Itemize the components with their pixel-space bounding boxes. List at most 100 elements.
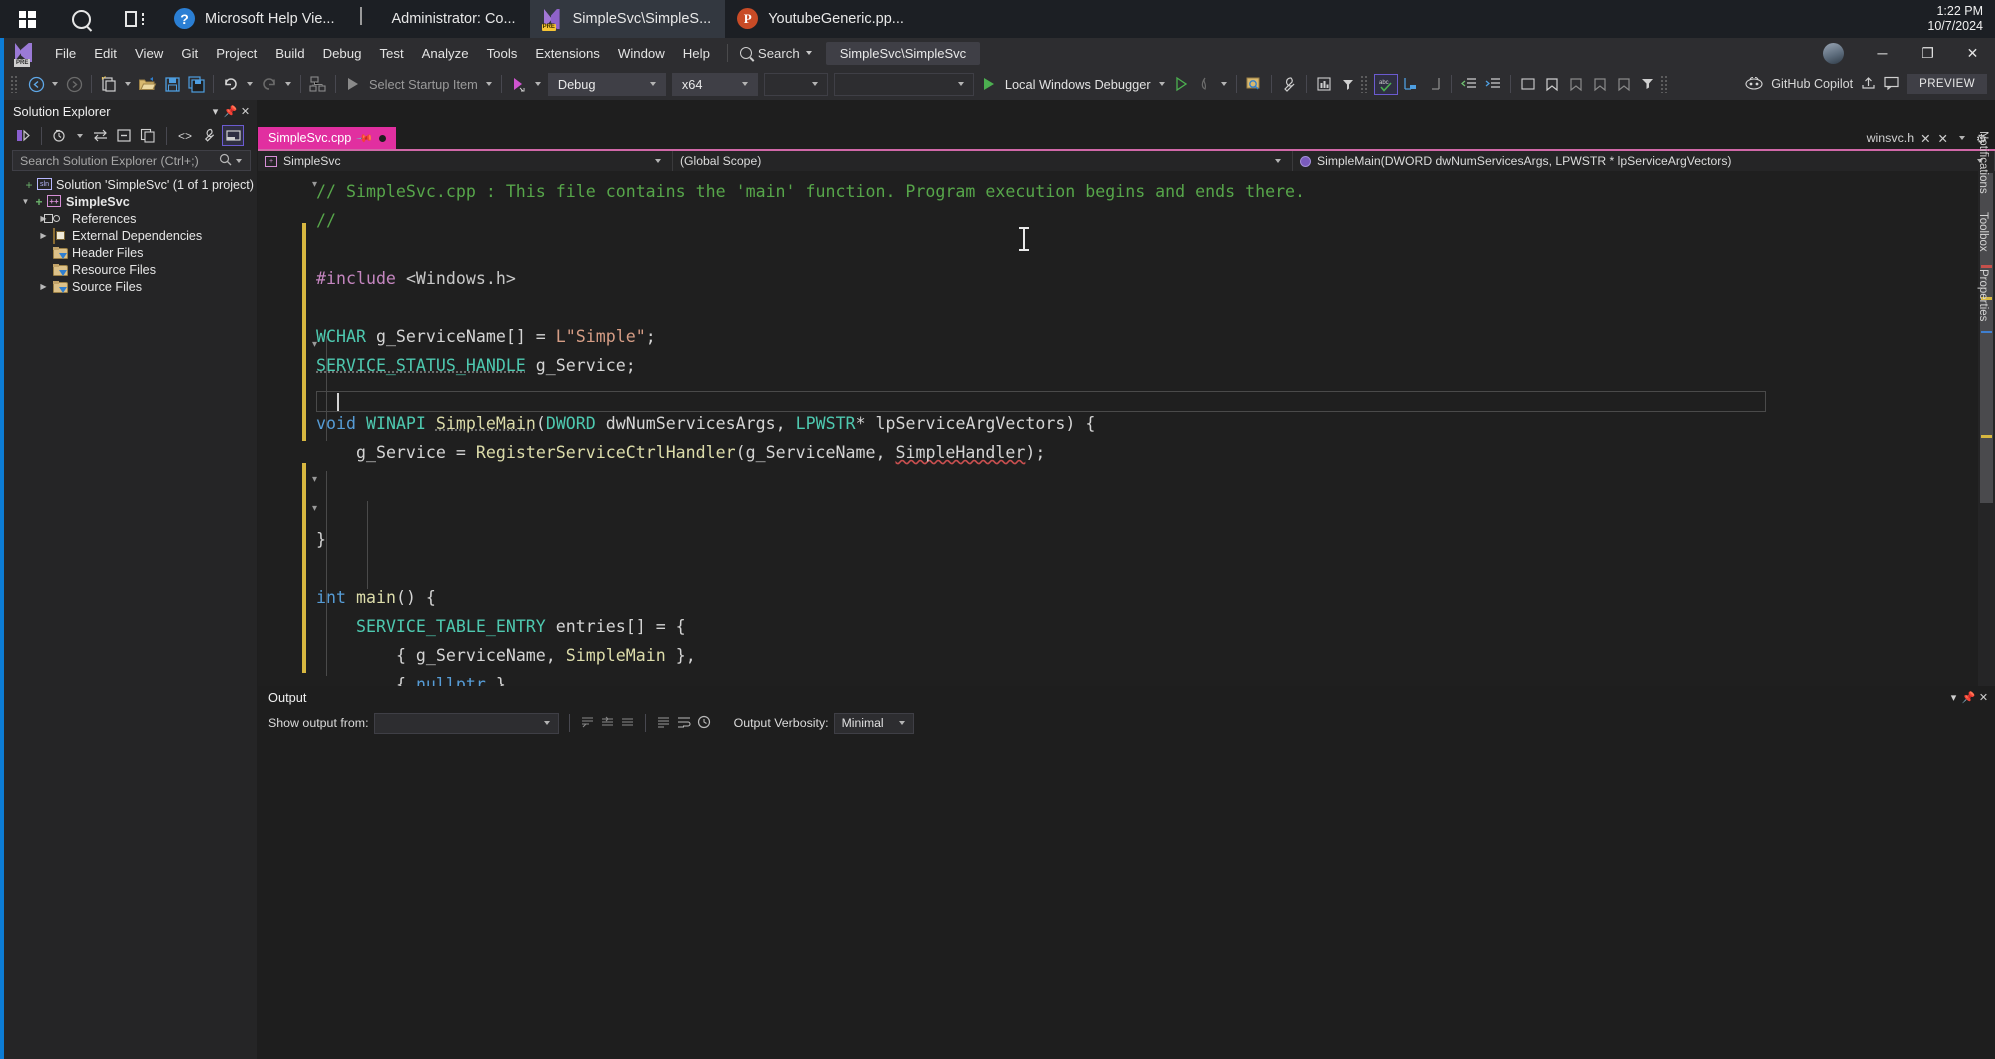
glyph-margin[interactable] [258,171,302,726]
tool-tab-properties[interactable]: Properties [1973,260,1993,330]
menu-item-file[interactable]: File [46,38,85,68]
tree-item-source-files[interactable]: ▶ Source Files [4,278,257,295]
menu-item-debug[interactable]: Debug [314,38,371,68]
startup-item-label[interactable]: Select Startup Item [365,77,482,92]
filter-icon[interactable] [1336,72,1360,96]
menu-item-view[interactable]: View [126,38,172,68]
next-bookmark-icon[interactable] [1588,72,1612,96]
uncomment-selection-icon[interactable] [1422,72,1446,96]
toolbar-grip[interactable] [1659,75,1669,93]
navbar-project-dropdown[interactable]: + SimpleSvc [258,151,673,171]
start-button[interactable] [0,0,54,38]
menu-item-window[interactable]: Window [609,38,674,68]
save-all-icon[interactable] [184,72,208,96]
select-element-icon[interactable] [1242,72,1266,96]
maximize-button[interactable]: ❐ [1905,38,1950,68]
pin-icon[interactable]: 📌 [223,105,238,118]
close-icon[interactable]: ✕ [1920,131,1930,146]
comment-block-icon[interactable] [1516,72,1540,96]
toggle-bookmark-icon[interactable] [1540,72,1564,96]
redo-icon[interactable] [257,72,281,96]
menu-item-build[interactable]: Build [266,38,313,68]
search-icon[interactable] [219,153,232,169]
navigate-back-icon[interactable] [24,72,48,96]
tree-item-external-dependencies[interactable]: ▶ External Dependencies [4,227,257,244]
chevron-down-icon[interactable] [534,82,541,86]
output-panel-content[interactable] [258,744,1995,1059]
toolbar-combo-4[interactable] [833,72,974,96]
home-icon[interactable] [12,125,34,146]
find-message-icon[interactable] [580,716,595,731]
navigate-forward-icon[interactable] [62,72,86,96]
share-icon[interactable] [1861,76,1876,92]
pin-icon[interactable]: 📌 [356,129,375,147]
panel-dropdown-icon[interactable]: ▾ [208,105,223,118]
expander-icon[interactable]: ▼ [20,197,31,206]
pending-changes-icon[interactable] [49,125,71,146]
split-view-icon[interactable]: ✕ [1938,131,1948,146]
taskbar-item-command-prompt[interactable]: Administrator: Co... [348,0,529,38]
properties-icon[interactable] [198,125,220,146]
start-without-debugging-icon[interactable] [1169,72,1193,96]
menu-item-edit[interactable]: Edit [85,38,126,68]
chevron-down-icon[interactable] [125,82,131,86]
taskbar-item-powerpoint[interactable]: P YoutubeGeneric.pp... [725,0,918,38]
show-timestamps-icon[interactable] [697,715,712,731]
go-to-next-message-icon[interactable] [620,716,635,731]
chevron-down-icon[interactable] [485,82,492,86]
debug-target-label[interactable]: Local Windows Debugger [1001,77,1155,92]
chevron-down-icon[interactable] [1958,136,1965,140]
minimize-button[interactable]: ─ [1860,38,1905,68]
tree-item-header-files[interactable]: Header Files [4,244,257,261]
go-to-previous-message-icon[interactable] [600,716,615,731]
run-debugger-icon[interactable] [977,72,1001,96]
undo-icon[interactable] [219,72,243,96]
clear-bookmarks-icon[interactable] [1612,72,1636,96]
toolbar-grip[interactable] [10,75,19,93]
pin-icon[interactable]: 📌 [1961,691,1976,704]
platform-combo[interactable]: x64 [671,72,758,96]
tool-tab-toolbox[interactable]: Toolbox [1973,203,1993,261]
close-icon[interactable]: ✕ [1976,691,1991,704]
bookmark-filter-icon[interactable] [1636,72,1660,96]
vs-search-box[interactable]: Search [736,46,812,61]
menu-item-tools[interactable]: Tools [478,38,527,68]
menu-item-extensions[interactable]: Extensions [526,38,609,68]
chevron-down-icon[interactable] [77,133,83,138]
taskbar-item-help-viewer[interactable]: ? Microsoft Help Vie... [162,0,348,38]
attach-to-process-icon[interactable] [507,72,531,96]
previous-bookmark-icon[interactable] [1564,72,1588,96]
configuration-combo[interactable]: Debug [547,72,666,96]
feedback-icon[interactable] [1884,76,1899,92]
sync-with-active-document-icon[interactable] [89,125,111,146]
new-project-icon[interactable] [97,72,121,96]
increase-indent-icon[interactable] [1481,72,1505,96]
expander-icon[interactable]: ▶ [38,282,49,291]
tree-item-references[interactable]: ▶ References [4,210,257,227]
avatar[interactable] [1823,42,1844,64]
wrench-icon[interactable] [1277,72,1301,96]
tab-simplesvc-cpp[interactable]: SimpleSvc.cpp 📌 [258,127,396,149]
hot-reload-icon[interactable] [1193,72,1217,96]
close-button[interactable]: ✕ [1950,38,1995,68]
chevron-down-icon[interactable] [1158,82,1165,86]
taskbar-clock[interactable]: 1:22 PM 10/7/2024 [1927,0,1983,38]
show-output-from-combo[interactable] [373,712,559,734]
menu-item-project[interactable]: Project [207,38,266,68]
collapse-all-icon[interactable] [113,125,135,146]
search-solution-explorer-input[interactable]: Search Solution Explorer (Ctrl+;) [12,150,251,171]
preview-selected-items-icon[interactable] [222,125,244,146]
panel-dropdown-icon[interactable]: ▾ [1946,691,1961,704]
menu-item-git[interactable]: Git [172,38,207,68]
expander-icon[interactable]: ▶ [38,231,49,240]
close-icon[interactable]: ✕ [238,105,253,118]
menu-item-test[interactable]: Test [370,38,412,68]
menu-item-help[interactable]: Help [674,38,719,68]
comment-selection-icon[interactable] [1398,72,1422,96]
toolbar-combo-3[interactable] [763,72,828,96]
tree-item-solution[interactable]: + sln Solution 'SimpleSvc' (1 of 1 proje… [4,176,257,193]
taskbar-item-visual-studio[interactable]: PRE SimpleSvc\SimpleS... [529,0,726,38]
output-verbosity-combo[interactable]: Minimal [833,712,914,734]
clear-all-icon[interactable] [656,716,671,731]
tab-winsvc-h[interactable]: winsvc.h ✕ [1867,131,1931,146]
